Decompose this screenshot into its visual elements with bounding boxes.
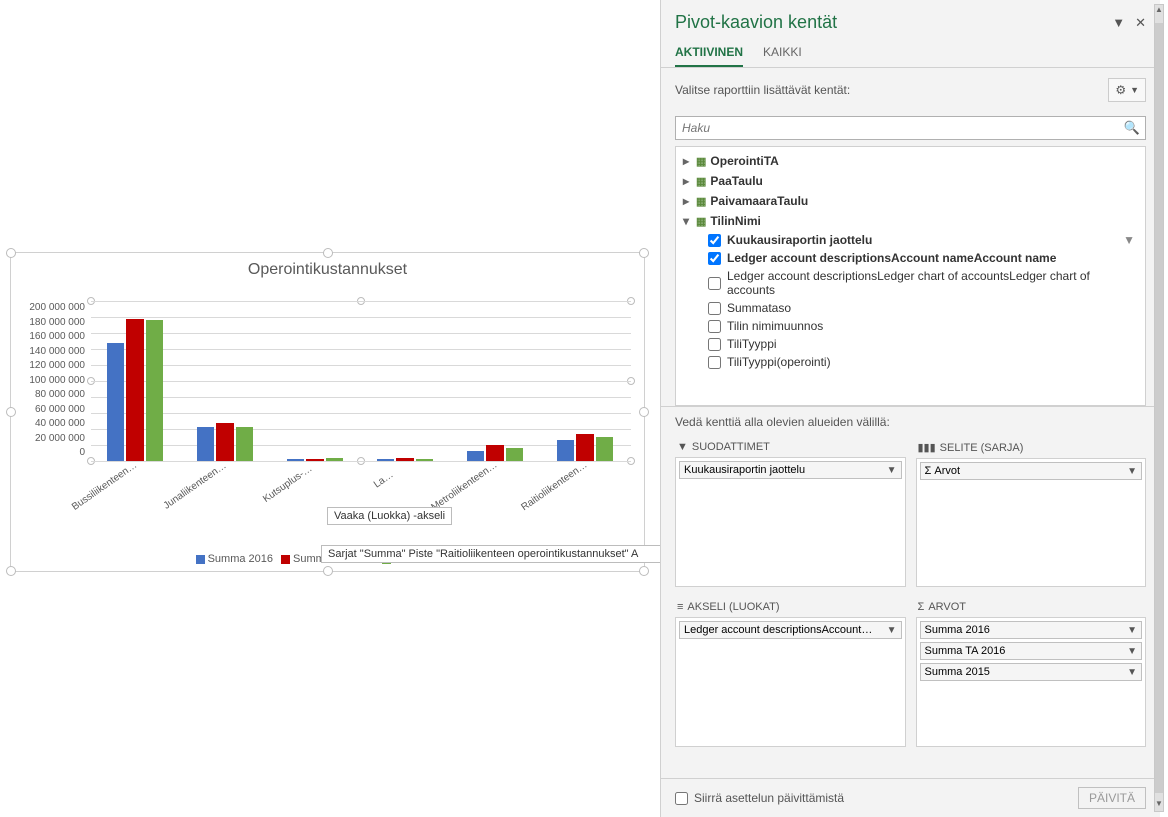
chevron-down-icon[interactable]: ▼ (1127, 466, 1137, 477)
scrollbar-thumb[interactable] (1155, 23, 1163, 793)
field-checkbox[interactable] (708, 338, 721, 351)
axis-icon: ≡ (677, 601, 683, 613)
expand-icon[interactable]: ▸ (680, 194, 692, 208)
bar[interactable] (576, 434, 593, 461)
field-checkbox[interactable] (708, 302, 721, 315)
chevron-down-icon[interactable]: ▼ (887, 465, 897, 476)
bar[interactable] (596, 437, 613, 461)
scroll-down-icon[interactable]: ▼ (1155, 799, 1163, 811)
gear-icon: ⚙ (1115, 83, 1126, 97)
field-list[interactable]: ▸ ▦ OperointiTA ▸ ▦ PaaTaulu ▸ ▦ PaivamaaraTaulu… (675, 146, 1146, 406)
table-icon: ▦ (696, 215, 706, 228)
resize-handle[interactable] (323, 566, 333, 576)
table-icon: ▦ (696, 155, 706, 168)
zone-pill[interactable]: Σ Arvot▼ (920, 462, 1143, 480)
dropzone-filters[interactable]: ▼SUODATTIMET Kuukausiraportin jaottelu▼ (675, 437, 906, 587)
search-input[interactable] (675, 116, 1146, 140)
filter-icon[interactable]: ▼ (1123, 233, 1135, 247)
bar[interactable] (416, 459, 433, 461)
bar[interactable] (557, 440, 574, 461)
tab-all[interactable]: KAIKKI (763, 39, 802, 67)
resize-handle[interactable] (6, 407, 16, 417)
sigma-icon: Σ (918, 601, 925, 613)
pane-title: Pivot-kaavion kentät (675, 12, 1102, 33)
bar[interactable] (377, 459, 394, 461)
datapoint-tooltip: Sarjat "Summa" Piste "Raitioliikenteen o… (321, 545, 667, 563)
chevron-down-icon[interactable]: ▼ (887, 625, 897, 636)
chevron-down-icon: ▼ (1130, 85, 1139, 95)
defer-layout-checkbox[interactable]: Siirrä asettelun päivittämistä (675, 791, 1078, 805)
field-item[interactable]: Tilin nimimuunnos (676, 317, 1145, 335)
filter-icon: ▼ (677, 441, 688, 453)
tab-active[interactable]: AKTIIVINEN (675, 39, 743, 67)
chart-title[interactable]: Operointikustannukset (11, 253, 644, 293)
chevron-down-icon[interactable]: ▼ (1127, 625, 1137, 636)
close-icon[interactable]: ✕ (1135, 15, 1146, 31)
search-icon[interactable]: 🔍 (1124, 120, 1140, 136)
chevron-down-icon[interactable]: ▼ (1127, 667, 1137, 678)
tools-button[interactable]: ⚙ ▼ (1108, 78, 1146, 102)
table-name[interactable]: PaaTaulu (710, 174, 762, 188)
scroll-up-icon[interactable]: ▲ (1155, 5, 1163, 17)
resize-handle[interactable] (639, 566, 649, 576)
table-name[interactable]: TilinNimi (710, 214, 760, 228)
table-icon: ▦ (696, 175, 706, 188)
field-item[interactable]: Summataso (676, 299, 1145, 317)
pivotchart-fields-pane: Pivot-kaavion kentät ▼ ✕ AKTIIVINEN KAIK… (660, 0, 1160, 817)
field-checkbox[interactable] (708, 234, 721, 247)
dropzone-legend[interactable]: ▮▮▮SELITE (SARJA) Σ Arvot▼ (916, 437, 1147, 587)
resize-handle[interactable] (639, 407, 649, 417)
bar[interactable] (146, 320, 163, 461)
table-icon: ▦ (696, 195, 706, 208)
bar[interactable] (236, 427, 253, 461)
field-checkbox[interactable] (708, 356, 721, 369)
pivot-chart[interactable]: Operointikustannukset 200 000 000180 000… (10, 252, 645, 572)
bar[interactable] (306, 459, 323, 461)
zone-pill[interactable]: Summa TA 2016▼ (920, 642, 1143, 660)
bar[interactable] (506, 448, 523, 461)
bar[interactable] (467, 451, 484, 461)
field-item[interactable]: TiliTyyppi (676, 335, 1145, 353)
expand-icon[interactable]: ▸ (680, 154, 692, 168)
bar[interactable] (326, 458, 343, 461)
field-checkbox[interactable] (708, 277, 721, 290)
resize-handle[interactable] (6, 566, 16, 576)
plot-area[interactable] (91, 301, 631, 461)
dropzone-axis[interactable]: ≡AKSELI (LUOKAT) Ledger account descript… (675, 597, 906, 747)
resize-handle[interactable] (639, 248, 649, 258)
field-item[interactable]: Ledger account descriptionsLedger chart … (676, 267, 1145, 299)
field-item[interactable]: Kuukausiraportin jaottelu▼ (676, 231, 1145, 249)
chevron-down-icon[interactable]: ▼ (1127, 646, 1137, 657)
bar[interactable] (197, 427, 214, 461)
axis-tooltip: Vaaka (Luokka) -akseli (327, 507, 452, 525)
field-item[interactable]: Ledger account descriptionsAccount nameA… (676, 249, 1145, 267)
zone-pill[interactable]: Kuukausiraportin jaottelu▼ (679, 461, 902, 479)
bar[interactable] (287, 459, 304, 461)
zone-pill[interactable]: Summa 2015▼ (920, 663, 1143, 681)
vertical-scrollbar[interactable]: ▲ ▼ (1154, 4, 1164, 812)
instructions-text: Valitse raporttiin lisättävät kentät: (675, 83, 1108, 97)
bar[interactable] (486, 445, 503, 461)
field-checkbox[interactable] (708, 320, 721, 333)
table-name[interactable]: PaivamaaraTaulu (710, 194, 808, 208)
update-button[interactable]: PÄIVITÄ (1078, 787, 1146, 809)
y-axis-labels: 200 000 000180 000 000160 000 000140 000… (17, 301, 85, 461)
zone-pill[interactable]: Ledger account descriptionsAccount…▼ (679, 621, 902, 639)
legend-icon: ▮▮▮ (918, 441, 936, 454)
dropzone-values[interactable]: ΣARVOT Summa 2016▼Summa TA 2016▼Summa 20… (916, 597, 1147, 747)
dropdown-icon[interactable]: ▼ (1112, 15, 1125, 30)
resize-handle[interactable] (323, 248, 333, 258)
bar[interactable] (216, 423, 233, 461)
drag-instructions: Vedä kenttiä alla olevien alueiden välil… (661, 406, 1160, 437)
expand-icon[interactable]: ▾ (680, 214, 692, 228)
table-name[interactable]: OperointiTA (710, 154, 778, 168)
zone-pill[interactable]: Summa 2016▼ (920, 621, 1143, 639)
expand-icon[interactable]: ▸ (680, 174, 692, 188)
bar[interactable] (126, 319, 143, 461)
bar[interactable] (107, 343, 124, 461)
bar[interactable] (396, 458, 413, 461)
field-checkbox[interactable] (708, 252, 721, 265)
field-item[interactable]: TiliTyyppi(operointi) (676, 353, 1145, 371)
resize-handle[interactable] (6, 248, 16, 258)
